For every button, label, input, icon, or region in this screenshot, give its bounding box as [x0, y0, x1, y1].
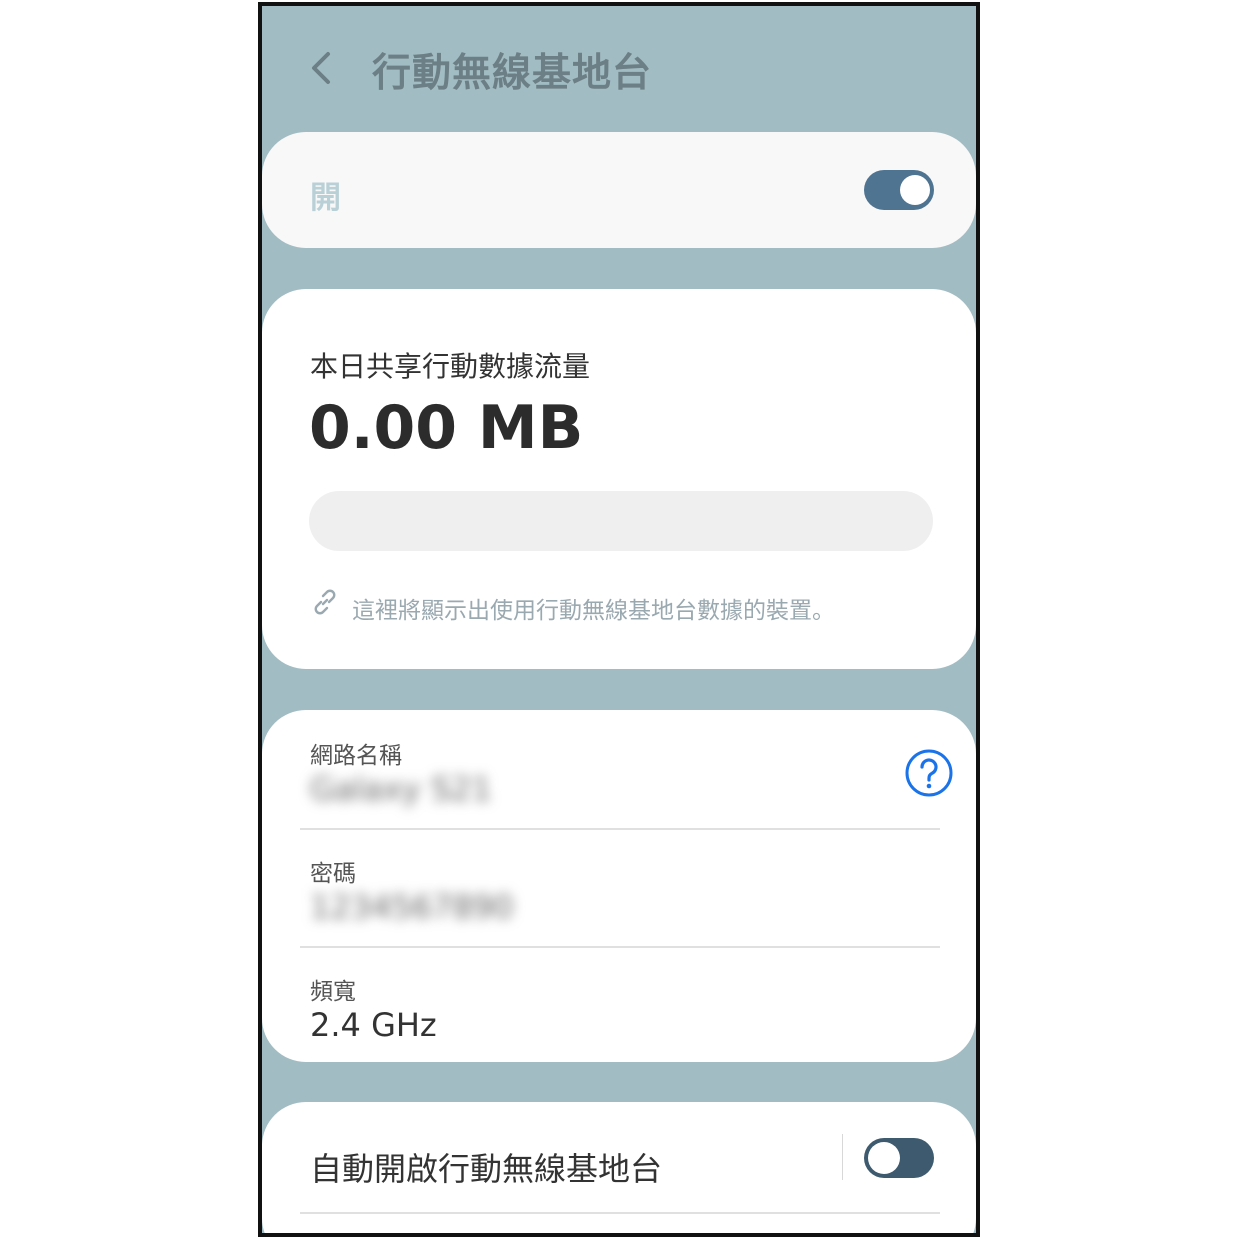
phone-screen: 行動無線基地台 開 本日共享行動數據流量 0.00 MB 這裡將顯示出使用行動無… [258, 2, 980, 1237]
band-label: 頻寬 [310, 979, 356, 1005]
password-row[interactable]: 密碼 1234567890 [300, 830, 940, 946]
master-switch-label: 開 [310, 180, 341, 216]
data-usage-card: 本日共享行動數據流量 0.00 MB 這裡將顯示出使用行動無線基地台數據的裝置。 [262, 289, 976, 669]
usage-progress-bar [309, 491, 933, 551]
row-divider [300, 1212, 940, 1214]
link-icon [314, 589, 336, 615]
auto-hotspot-label: 自動開啟行動無線基地台 [310, 1150, 663, 1188]
usage-hint: 這裡將顯示出使用行動無線基地台數據的裝置。 [352, 598, 835, 624]
app-header: 行動無線基地台 [262, 6, 976, 132]
vertical-divider [842, 1134, 843, 1180]
master-switch-card[interactable]: 開 [262, 132, 976, 248]
master-toggle[interactable] [864, 170, 934, 210]
password-value: 1234567890 [310, 888, 514, 926]
toggle-knob [868, 1142, 900, 1174]
password-label: 密碼 [310, 861, 356, 887]
band-row[interactable]: 頻寬 2.4 GHz [300, 948, 940, 1062]
network-name-row[interactable]: 網路名稱 Galaxy S21 [300, 710, 953, 828]
toggle-knob [900, 175, 930, 205]
page-title: 行動無線基地台 [372, 51, 653, 96]
help-icon[interactable] [904, 748, 954, 798]
usage-value: 0.00 MB [309, 393, 584, 463]
usage-label: 本日共享行動數據流量 [310, 350, 591, 383]
network-name-label: 網路名稱 [310, 743, 402, 769]
network-name-value: Galaxy S21 [310, 770, 492, 808]
auto-hotspot-card[interactable]: 自動開啟行動無線基地台 [262, 1102, 976, 1233]
chevron-left-icon[interactable] [306, 46, 336, 90]
auto-hotspot-toggle[interactable] [864, 1138, 934, 1178]
network-info-card: 網路名稱 Galaxy S21 密碼 1234567890 頻寬 2.4 GHz [262, 710, 976, 1062]
band-value: 2.4 GHz [310, 1006, 437, 1044]
